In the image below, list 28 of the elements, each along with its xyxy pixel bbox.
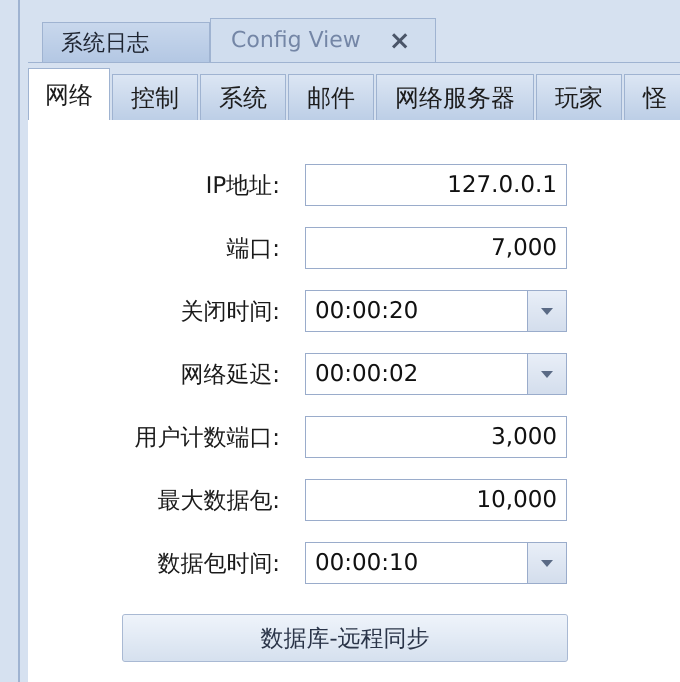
input-field[interactable]: 7,000	[305, 227, 567, 269]
caret-icon	[541, 560, 553, 566]
field-label: 关闭时间:	[179, 298, 280, 326]
tab[interactable]: 邮件	[288, 74, 374, 120]
tab[interactable]: 系统	[200, 74, 286, 120]
field-label: 数据包时间:	[156, 550, 280, 578]
close-icon[interactable]: ×	[388, 26, 411, 56]
input-field[interactable]: 3,000	[305, 416, 567, 458]
dropdown-field[interactable]: 00:00:02	[305, 353, 567, 395]
field-label: 用户计数端口:	[133, 424, 280, 452]
field-label: 最大数据包:	[156, 486, 280, 516]
dropdown-field[interactable]: 00:00:10	[305, 542, 567, 584]
tab[interactable]: 网络服务器	[376, 74, 534, 120]
caret-icon	[541, 370, 553, 378]
field-label: IP地址:	[204, 172, 280, 200]
document-tab[interactable]: Config View ×	[210, 18, 436, 62]
tab[interactable]: 控制	[112, 74, 198, 120]
sync-button[interactable]: 数据库-远程同步	[122, 614, 568, 662]
tab[interactable]: 玩家	[536, 74, 622, 120]
tab[interactable]: 网络	[28, 68, 110, 120]
input-field[interactable]: 10,000	[305, 479, 567, 521]
field-label: 网络延迟:	[179, 360, 280, 390]
caret-icon	[541, 308, 553, 314]
input-field[interactable]: 127.0.0.1	[305, 164, 567, 206]
dropdown-field[interactable]: 00:00:20	[305, 290, 567, 332]
tab[interactable]: 怪	[624, 74, 680, 120]
field-label: 端口:	[225, 234, 280, 264]
document-tab[interactable]: 系统日志	[42, 22, 210, 62]
